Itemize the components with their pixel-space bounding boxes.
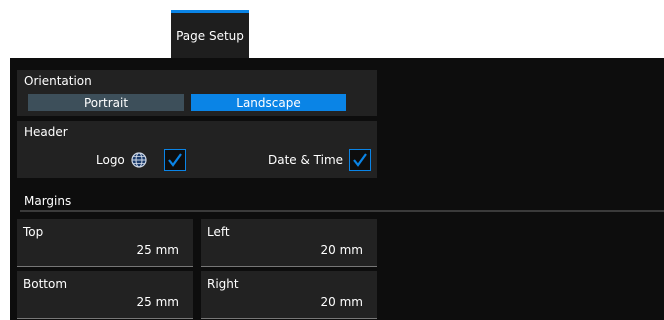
margin-bottom-underline	[17, 318, 193, 319]
margin-top-value: 25 mm	[136, 243, 179, 257]
margin-right-underline	[201, 318, 377, 319]
margin-left-underline	[201, 266, 377, 267]
portrait-label: Portrait	[83, 95, 129, 110]
tab-page-setup-label: Page Setup	[176, 28, 244, 43]
margin-left-value: 20 mm	[320, 243, 363, 257]
landscape-label: Landscape	[236, 95, 301, 110]
header-title: Header	[24, 125, 68, 139]
margin-right-value: 20 mm	[320, 295, 363, 309]
datetime-label: Date & Time	[268, 153, 344, 167]
logo-check-icon	[168, 153, 182, 167]
margin-top-label: Top	[23, 225, 44, 239]
landscape-button[interactable]: Landscape	[191, 94, 346, 111]
margin-top-field[interactable]: Top 25 mm	[17, 219, 193, 267]
orientation-title: Orientation	[24, 74, 92, 88]
margins-title: Margins	[24, 194, 72, 208]
globe-icon	[131, 152, 147, 171]
margin-right-field[interactable]: Right 20 mm	[201, 271, 377, 319]
datetime-checkbox[interactable]	[349, 149, 371, 171]
margin-right-label: Right	[207, 277, 239, 291]
logo-checkbox[interactable]	[164, 149, 186, 171]
margin-bottom-field[interactable]: Bottom 25 mm	[17, 271, 193, 319]
portrait-button[interactable]: Portrait	[28, 94, 184, 111]
tab-page-setup[interactable]: Page Setup	[171, 10, 249, 58]
margins-divider	[20, 210, 664, 212]
margin-left-field[interactable]: Left 20 mm	[201, 219, 377, 267]
orientation-group: Orientation Portrait Landscape	[17, 70, 377, 116]
page-setup-panel: Orientation Portrait Landscape Header Lo…	[10, 58, 664, 320]
logo-label: Logo	[96, 153, 125, 167]
datetime-check-icon	[353, 153, 367, 167]
margin-bottom-label: Bottom	[23, 277, 68, 291]
margin-left-label: Left	[207, 225, 230, 239]
margin-bottom-value: 25 mm	[136, 295, 179, 309]
header-group: Header Logo Date & Time	[17, 121, 377, 178]
margin-top-underline	[17, 266, 193, 267]
